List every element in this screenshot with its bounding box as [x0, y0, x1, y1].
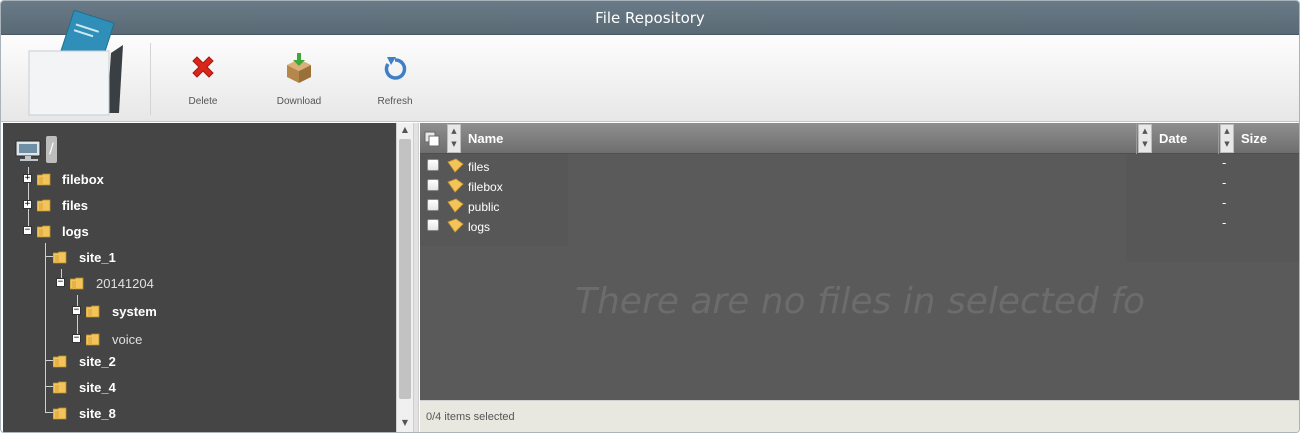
expand-toggle[interactable]: +: [23, 174, 32, 183]
tree-item-site-2[interactable]: site_2: [3, 351, 396, 371]
folder-icon: [37, 173, 51, 186]
tree-item-site-1[interactable]: site_1: [3, 247, 396, 267]
status-bar: 0/4 items selected: [420, 400, 1299, 432]
tree-label: site_4: [79, 380, 116, 395]
row-checkbox[interactable]: [427, 199, 439, 211]
tree-item-site-4[interactable]: site_4: [3, 377, 396, 397]
file-grid: ▲ ▼ Name ▲ ▼ Date ▲ ▼ Size files - filebox …: [420, 123, 1299, 400]
repository-logo-icon: [28, 9, 123, 116]
folder-open-icon: [70, 277, 84, 290]
collapse-toggle[interactable]: −: [56, 278, 65, 287]
refresh-button[interactable]: Refresh: [355, 53, 435, 109]
file-size: -: [1222, 156, 1227, 170]
pane-splitter[interactable]: [413, 123, 419, 432]
tree-item-20141204[interactable]: − 20141204: [3, 273, 396, 293]
delete-button[interactable]: Delete: [163, 53, 243, 109]
folder-open-icon: [86, 305, 100, 318]
collapse-toggle[interactable]: −: [72, 306, 81, 315]
sort-date-button[interactable]: ▲ ▼: [1138, 124, 1152, 153]
file-size: -: [1222, 216, 1227, 230]
folder-icon: [53, 251, 67, 264]
download-box-icon: [287, 53, 311, 83]
scroll-down-arrow-icon[interactable]: ▼: [397, 416, 413, 430]
toolbar-separator: [150, 43, 151, 115]
refresh-label: Refresh: [377, 96, 413, 107]
tree-label: logs: [62, 224, 89, 239]
collapse-toggle[interactable]: −: [23, 226, 32, 235]
tree-label: site_1: [79, 250, 116, 265]
download-label: Download: [276, 96, 322, 107]
column-header-name[interactable]: Name: [468, 123, 503, 154]
expand-toggle[interactable]: +: [23, 200, 32, 209]
download-button[interactable]: Download: [259, 53, 339, 109]
folder-icon: [447, 158, 464, 173]
tree-item-voice[interactable]: − voice: [3, 329, 396, 349]
delete-x-icon: [192, 56, 214, 78]
column-separator: [1136, 123, 1137, 154]
file-name[interactable]: filebox: [468, 180, 503, 194]
file-size: -: [1222, 176, 1227, 190]
sort-name-button[interactable]: ▲ ▼: [447, 124, 461, 153]
scroll-up-arrow-icon[interactable]: ▲: [397, 123, 413, 137]
folder-tree: / + filebox + files − logs site_1 − 2014…: [3, 123, 396, 432]
tree-label: filebox: [62, 172, 104, 187]
tree-label: 20141204: [96, 276, 154, 291]
delete-label: Delete: [188, 96, 218, 107]
row-checkbox[interactable]: [427, 159, 439, 171]
folder-icon: [53, 407, 67, 420]
tree-label: files: [62, 198, 89, 213]
tree-label: voice: [112, 332, 143, 347]
table-row[interactable]: filebox -: [420, 176, 1299, 196]
table-row[interactable]: public -: [420, 196, 1299, 216]
file-name[interactable]: logs: [468, 220, 490, 234]
toolbar: Delete Download Refresh: [1, 9, 1299, 122]
tree-label: site_8: [79, 406, 116, 421]
folder-icon: [53, 381, 67, 394]
folder-open-icon: [37, 225, 51, 238]
folder-icon: [53, 355, 67, 368]
folder-icon: [447, 198, 464, 213]
tree-root[interactable]: /: [46, 136, 57, 163]
tree-item-files[interactable]: + files: [3, 195, 396, 215]
row-checkbox[interactable]: [427, 179, 439, 191]
tree-item-system[interactable]: − system: [3, 301, 396, 321]
file-name[interactable]: public: [468, 200, 499, 214]
column-separator: [1218, 123, 1219, 154]
computer-icon: [15, 140, 41, 161]
tree-label: system: [112, 304, 157, 319]
tree-item-site-8[interactable]: site_8: [3, 403, 396, 423]
grid-header: ▲ ▼ Name ▲ ▼ Date ▲ ▼ Size: [420, 123, 1299, 154]
collapse-toggle[interactable]: −: [72, 334, 81, 343]
table-row[interactable]: logs -: [420, 216, 1299, 236]
table-row[interactable]: files -: [420, 156, 1299, 176]
tree-item-logs[interactable]: − logs: [3, 221, 396, 241]
tree-item-filebox[interactable]: + filebox: [3, 169, 396, 189]
sort-size-button[interactable]: ▲ ▼: [1220, 124, 1234, 153]
folder-open-icon: [86, 333, 100, 346]
file-repository-window: File Repository Delete Download Refresh …: [0, 0, 1300, 433]
window-title: File Repository: [1, 1, 1299, 35]
empty-folder-message: There are no files in selected folder: [575, 281, 1145, 322]
folder-icon: [37, 199, 51, 212]
refresh-icon: [384, 57, 407, 80]
row-checkbox[interactable]: [427, 219, 439, 231]
file-name[interactable]: files: [468, 160, 489, 174]
scrollbar-thumb[interactable]: [399, 139, 411, 399]
column-header-date[interactable]: Date: [1159, 123, 1187, 154]
folder-icon: [447, 178, 464, 193]
folder-icon: [447, 218, 464, 233]
column-header-size[interactable]: Size: [1241, 123, 1267, 154]
tree-label: site_2: [79, 354, 116, 369]
file-size: -: [1222, 196, 1227, 210]
tree-scrollbar[interactable]: ▲ ▼: [396, 123, 413, 432]
select-all-icon[interactable]: [424, 131, 440, 147]
